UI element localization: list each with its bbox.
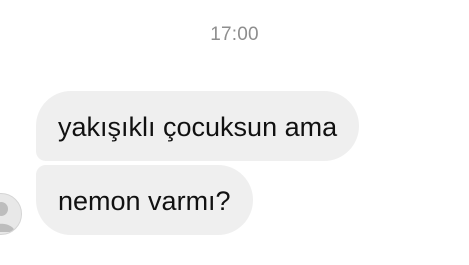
message-thread: yakışıklı çocuksun ama nemon varmı? — [36, 91, 360, 239]
user-avatar-icon[interactable] — [0, 193, 22, 235]
message-row: yakışıklı çocuksun ama — [36, 91, 360, 161]
message-bubble[interactable]: yakışıklı çocuksun ama — [36, 91, 360, 161]
message-text: nemon varmı? — [58, 186, 231, 216]
message-text: yakışıklı çocuksun ama — [58, 112, 338, 142]
message-timestamp: 17:00 — [210, 24, 259, 45]
message-row: nemon varmı? — [36, 165, 359, 235]
message-bubble[interactable]: nemon varmı? — [36, 165, 253, 235]
